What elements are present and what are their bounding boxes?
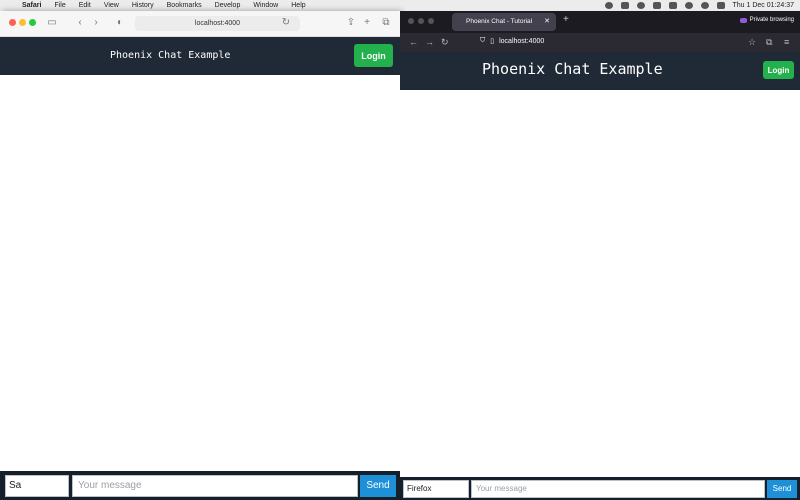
- forward-arrow-icon[interactable]: →: [425, 37, 434, 47]
- status-sync-icon[interactable]: [636, 2, 645, 9]
- forward-arrow-icon[interactable]: ›: [90, 17, 102, 29]
- safari-message-composer: Sa Your message Send: [0, 471, 400, 500]
- firefox-navbar: ← → ↻ ⛉ ▯ localhost:4000 ☆ ⧉ ≡: [400, 33, 800, 52]
- page-title: Phoenix Chat Example: [482, 60, 663, 78]
- menu-file[interactable]: File: [54, 2, 65, 9]
- status-search-icon[interactable]: [700, 2, 709, 9]
- desktop-screen: Safari File Edit View History Bookmarks …: [0, 0, 800, 500]
- zoom-window-icon[interactable]: [29, 19, 36, 26]
- page-info-icon[interactable]: ▯: [490, 37, 494, 45]
- status-battery-icon[interactable]: [668, 2, 677, 9]
- send-button[interactable]: Send: [767, 479, 797, 498]
- sidebar-toggle-icon[interactable]: ▭: [46, 17, 58, 29]
- privacy-shield-icon[interactable]: ◐: [114, 17, 126, 29]
- name-input-value: Sa: [9, 480, 22, 491]
- minimize-window-icon[interactable]: [418, 18, 424, 24]
- menu-history[interactable]: History: [132, 2, 154, 9]
- status-app-icon[interactable]: [620, 2, 629, 9]
- firefox-app-header: Phoenix Chat Example Login: [400, 52, 800, 90]
- send-button[interactable]: Send: [360, 474, 396, 497]
- minimize-window-icon[interactable]: [19, 19, 26, 26]
- safari-message-list: [0, 75, 400, 471]
- menu-bookmarks[interactable]: Bookmarks: [167, 2, 202, 9]
- safari-app-header: Phoenix Chat Example Login: [0, 37, 400, 75]
- status-wifi-icon[interactable]: [684, 2, 693, 9]
- safari-toolbar: ▭ ‹ › ◐ localhost:4000 ↻ ⇪ + ⧉: [0, 11, 400, 37]
- macos-menubar: Safari File Edit View History Bookmarks …: [0, 0, 800, 11]
- private-mask-icon: [739, 17, 747, 23]
- close-tab-icon[interactable]: ✕: [544, 13, 550, 31]
- bookmark-star-icon[interactable]: ☆: [748, 37, 756, 48]
- menu-app-name[interactable]: Safari: [22, 2, 41, 9]
- private-browsing-label: Private browsing: [749, 17, 794, 23]
- message-input-placeholder: Your message: [78, 480, 142, 491]
- zoom-window-icon[interactable]: [428, 18, 434, 24]
- firefox-window: Phoenix Chat - Tutorial ✕ + Private brow…: [400, 11, 800, 500]
- menu-window[interactable]: Window: [253, 2, 278, 9]
- name-input[interactable]: Sa: [5, 474, 69, 497]
- reload-icon[interactable]: ↻: [441, 37, 449, 48]
- menu-view[interactable]: View: [104, 2, 119, 9]
- message-input[interactable]: Your message: [72, 474, 358, 497]
- private-browsing-indicator: Private browsing: [739, 17, 794, 23]
- firefox-tabstrip: Phoenix Chat - Tutorial ✕ + Private brow…: [400, 11, 800, 33]
- close-window-icon[interactable]: [9, 19, 16, 26]
- app-menu-icon[interactable]: ≡: [784, 37, 789, 47]
- extensions-icon[interactable]: ⧉: [766, 37, 772, 48]
- menu-help[interactable]: Help: [291, 2, 305, 9]
- share-icon[interactable]: ⇪: [345, 17, 357, 29]
- safari-address-bar[interactable]: localhost:4000: [135, 16, 300, 31]
- login-button[interactable]: Login: [354, 44, 393, 67]
- url-text: localhost:4000: [499, 37, 545, 45]
- safari-window: ▭ ‹ › ◐ localhost:4000 ↻ ⇪ + ⧉ Phoenix C…: [0, 11, 400, 500]
- message-input[interactable]: Your message: [471, 479, 765, 498]
- firefox-message-composer: Firefox Your message Send: [400, 477, 800, 500]
- back-arrow-icon[interactable]: ←: [409, 37, 418, 47]
- menubar-clock[interactable]: Thu 1 Dec 01:24:37: [733, 2, 795, 9]
- tracking-shield-icon[interactable]: ⛉: [480, 37, 485, 45]
- firefox-url-bar[interactable]: ⛉ ▯ localhost:4000: [480, 37, 544, 45]
- name-input[interactable]: Firefox: [403, 479, 469, 498]
- tab-overview-icon[interactable]: ⧉: [380, 17, 392, 29]
- menu-develop[interactable]: Develop: [215, 2, 241, 9]
- back-arrow-icon[interactable]: ‹: [74, 17, 86, 29]
- reload-icon[interactable]: ↻: [280, 17, 292, 29]
- close-window-icon[interactable]: [408, 18, 414, 24]
- status-bluetooth-icon[interactable]: [652, 2, 661, 9]
- new-tab-icon[interactable]: +: [563, 14, 569, 25]
- status-record-icon[interactable]: [604, 2, 613, 9]
- firefox-message-list: [400, 90, 800, 479]
- name-input-value: Firefox: [407, 484, 432, 493]
- menu-edit[interactable]: Edit: [79, 2, 91, 9]
- new-tab-icon[interactable]: +: [361, 17, 373, 29]
- tab-title: Phoenix Chat - Tutorial: [466, 18, 533, 25]
- firefox-active-tab[interactable]: Phoenix Chat - Tutorial ✕: [452, 13, 556, 31]
- page-title: Phoenix Chat Example: [110, 50, 231, 61]
- message-input-placeholder: Your message: [476, 484, 527, 493]
- status-control-center-icon[interactable]: [716, 2, 725, 9]
- login-button[interactable]: Login: [763, 61, 794, 79]
- menubar-status-area: Thu 1 Dec 01:24:37: [604, 0, 795, 11]
